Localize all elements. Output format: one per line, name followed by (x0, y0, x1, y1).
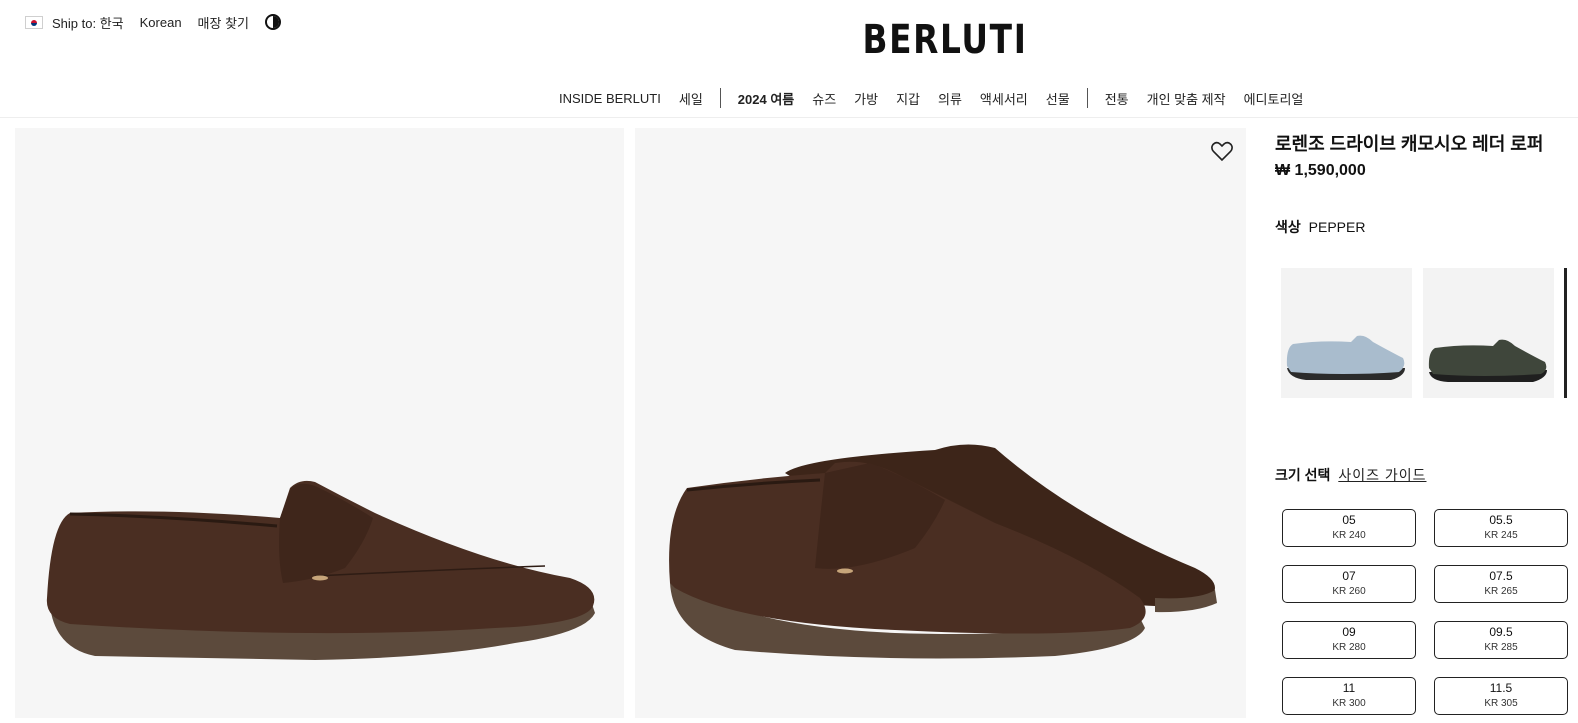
nav-item-wallets[interactable]: 지갑 (896, 89, 920, 108)
color-swatch-dark-green[interactable] (1423, 268, 1554, 398)
nav-item-heritage[interactable]: 전통 (1105, 89, 1129, 108)
nav-item-sale[interactable]: 세일 (679, 89, 703, 108)
size-value: 07.5 (1489, 569, 1513, 583)
size-kr: KR 285 (1484, 642, 1518, 653)
color-label: 색상 (1275, 219, 1301, 235)
swatch-scroll-edge (1564, 268, 1567, 398)
size-kr: KR 240 (1332, 530, 1366, 541)
size-option[interactable]: 05.5 KR 245 (1434, 509, 1568, 547)
product-image-pair[interactable] (635, 128, 1246, 718)
nav-item-bags[interactable]: 가방 (854, 89, 878, 108)
size-option[interactable]: 09.5 KR 285 (1434, 621, 1568, 659)
product-price: ₩ 1,590,000 (1275, 162, 1366, 179)
size-option[interactable]: 05 KR 240 (1282, 509, 1416, 547)
size-label: 크기 선택 (1275, 467, 1331, 483)
size-label-row: 크기 선택 사이즈 가이드 (1275, 465, 1578, 485)
swatch-loafer-illustration (1286, 335, 1405, 380)
nav-item-inside-berluti[interactable]: INSIDE BERLUTI (559, 91, 661, 106)
product-title: 로렌조 드라이브 캐모시오 레더 로퍼 (1275, 134, 1544, 154)
size-value: 07 (1342, 569, 1356, 583)
product-image-side[interactable] (15, 128, 624, 718)
size-value: 11 (1342, 681, 1356, 695)
size-option[interactable]: 11 KR 300 (1282, 677, 1416, 715)
size-option[interactable]: 09 KR 280 (1282, 621, 1416, 659)
size-option[interactable]: 11.5 KR 305 (1434, 677, 1568, 715)
color-label-row: 색상 PEPPER (1275, 217, 1578, 237)
size-value: 09.5 (1489, 625, 1513, 639)
size-option[interactable]: 07.5 KR 265 (1434, 565, 1568, 603)
loafer-pair-illustration (669, 444, 1217, 659)
size-kr: KR 305 (1484, 698, 1518, 709)
ship-to-label: Ship to: 한국 (52, 15, 124, 31)
nav-item-summer-2024[interactable]: 2024 여름 (738, 89, 794, 108)
size-kr: KR 245 (1484, 530, 1518, 541)
nav-item-editorial[interactable]: 에디토리얼 (1244, 89, 1304, 108)
color-swatch-light-blue[interactable] (1281, 268, 1412, 398)
size-grid: 05 KR 240 05.5 KR 245 07 KR 260 07.5 KR … (1282, 509, 1578, 715)
nav-item-accessories[interactable]: 액세서리 (980, 89, 1028, 108)
nav-divider (719, 88, 721, 108)
korea-flag-icon (25, 15, 43, 29)
size-guide-link[interactable]: 사이즈 가이드 (1338, 467, 1426, 483)
nav-item-clothing[interactable]: 의류 (938, 89, 962, 108)
swatch-loafer-illustration (1428, 339, 1547, 382)
size-kr: KR 280 (1332, 642, 1366, 653)
size-value: 09 (1342, 625, 1356, 639)
size-kr: KR 265 (1484, 586, 1518, 597)
main-nav: INSIDE BERLUTI 세일 2024 여름 슈즈 가방 지갑 의류 액세… (550, 88, 1312, 108)
size-kr: KR 300 (1332, 698, 1366, 709)
nav-divider-line (0, 117, 1578, 118)
nav-item-shoes[interactable]: 슈즈 (812, 89, 836, 108)
nav-item-bespoke[interactable]: 개인 맞춤 제작 (1147, 89, 1226, 108)
size-value: 05.5 (1489, 513, 1513, 527)
ship-to-selector[interactable]: Ship to: 한국 (25, 13, 124, 32)
size-value: 11.5 (1489, 681, 1513, 695)
color-value: PEPPER (1308, 219, 1366, 235)
loafer-side-illustration (46, 480, 595, 660)
size-kr: KR 260 (1332, 586, 1366, 597)
size-option[interactable]: 07 KR 260 (1282, 565, 1416, 603)
size-value: 05 (1342, 513, 1356, 527)
heart-icon[interactable] (1210, 140, 1234, 162)
product-details-panel: 로렌조 드라이브 캐모시오 레더 로퍼 ₩ 1,590,000 색상 PEPPE… (1275, 128, 1578, 715)
nav-divider (1086, 88, 1088, 108)
brand-logo[interactable]: BERLUTI (170, 17, 1578, 63)
color-swatches (1275, 268, 1578, 398)
nav-item-gifts[interactable]: 선물 (1046, 89, 1070, 108)
